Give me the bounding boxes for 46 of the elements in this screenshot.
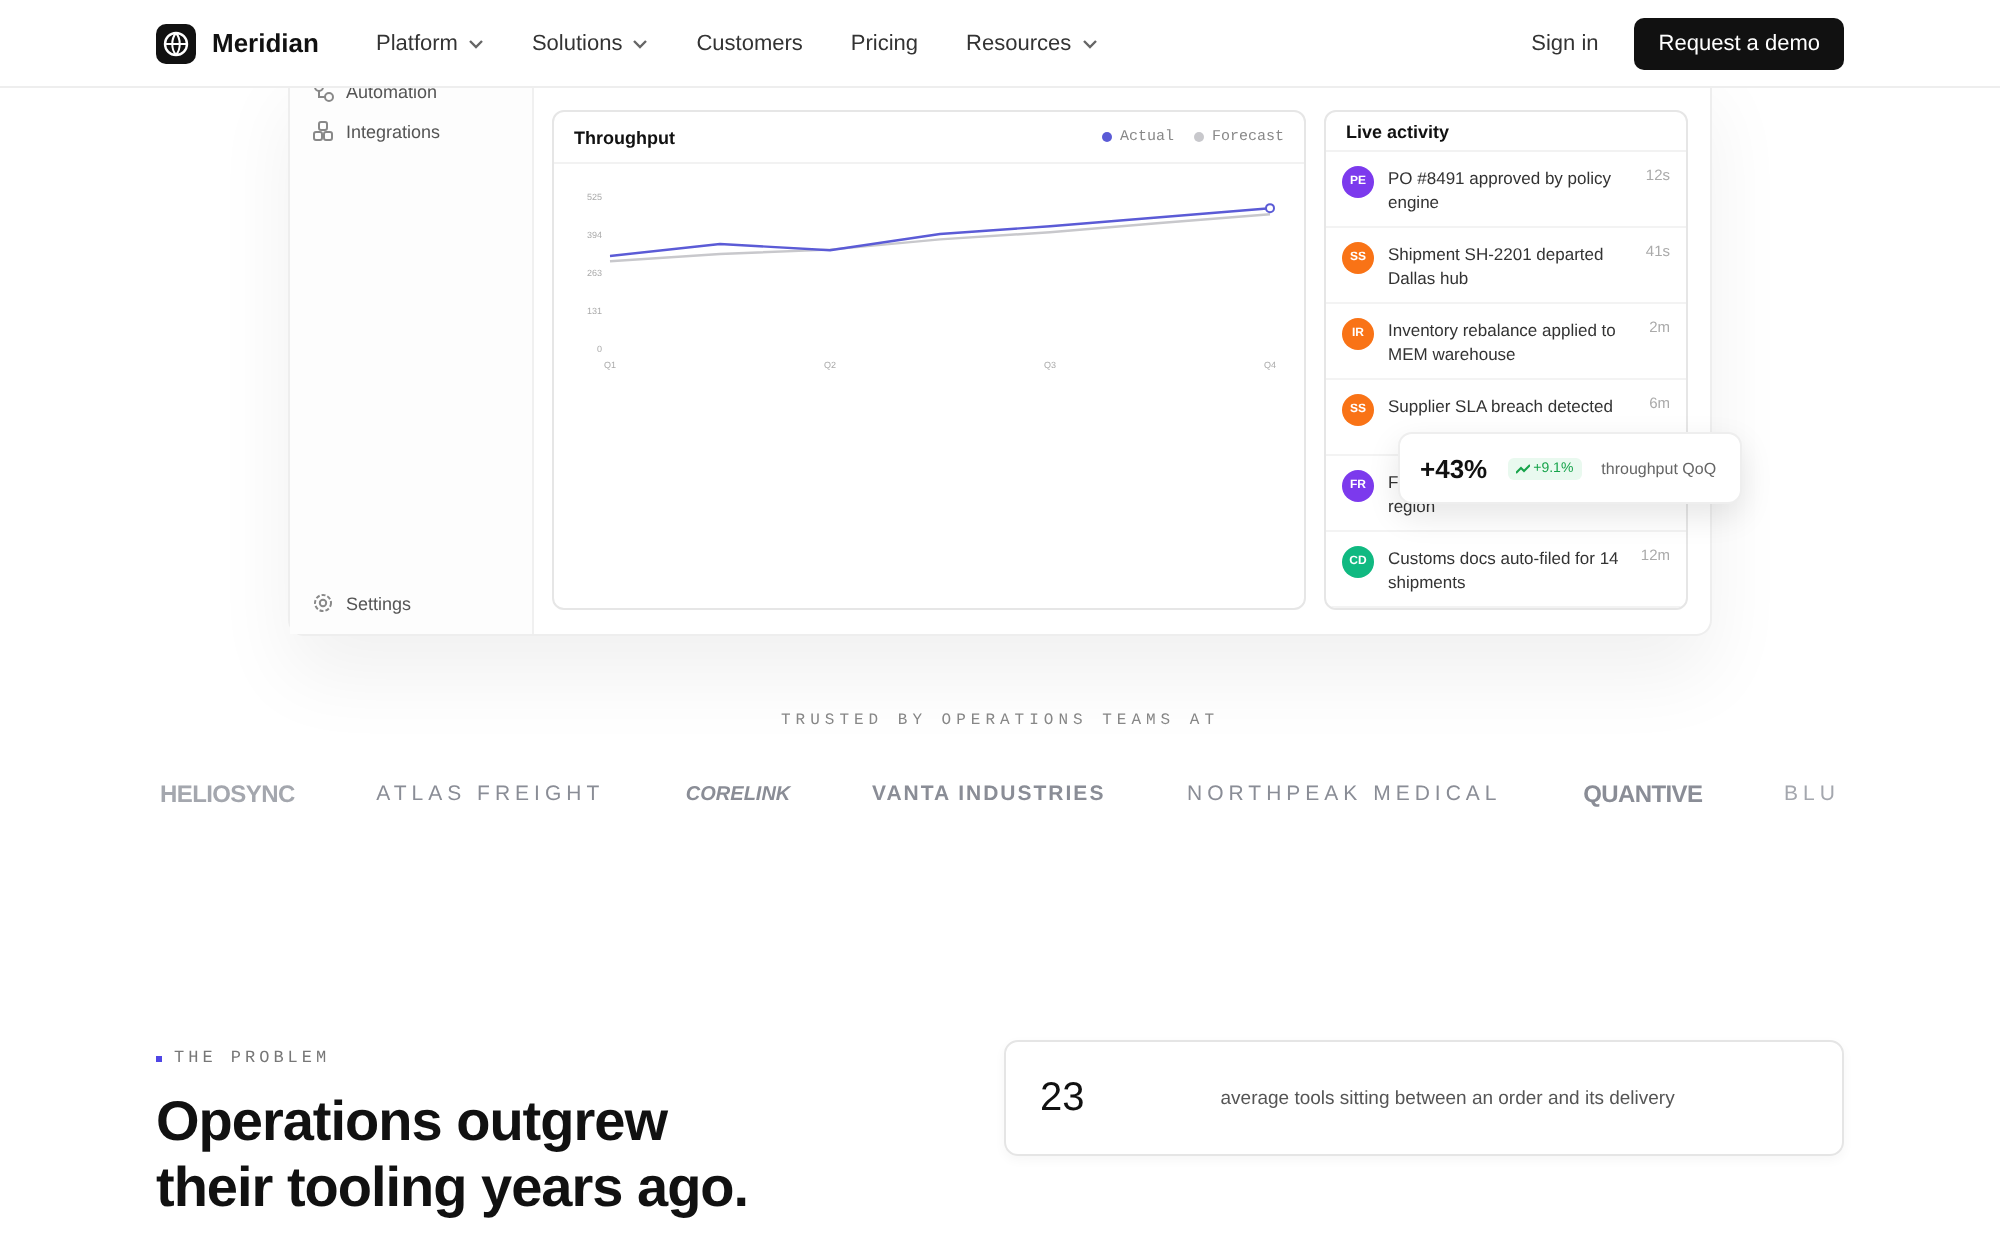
activity-text: Shipment SH-2201 departed <box>1388 242 1604 266</box>
customer-logo: QUANTIVE <box>1583 780 1703 808</box>
customer-logo: CORELINK <box>685 783 791 805</box>
brand-name[interactable]: Meridian <box>212 28 319 58</box>
customer-logo: ATLAS FREIGHT <box>376 782 605 806</box>
section-heading: Operations outgrew their tooling years ago. <box>156 1088 751 1220</box>
request-demo-button[interactable]: Request a demo <box>1634 17 1844 69</box>
integrations-icon <box>312 120 334 142</box>
panel-title: Live activity <box>1346 121 1450 141</box>
nav-link[interactable]: Solutions <box>531 31 649 55</box>
section-eyebrow: TRUSTED BY OPERATIONS TEAMS AT <box>778 712 1222 730</box>
stat-value: 23 <box>1040 1075 1085 1121</box>
activity-text: Supplier SLA breach detected <box>1388 394 1613 418</box>
activity-text: Dallas hub <box>1388 266 1469 290</box>
nav-link[interactable]: Customers <box>696 31 803 55</box>
end-point-marker <box>1265 203 1275 214</box>
stat-value: +43% <box>1420 453 1488 483</box>
activity-text: F <box>1388 470 1399 494</box>
activity-text: Customs docs auto-filed for 14 <box>1388 546 1619 570</box>
section-eyebrow: THE PROBLEM <box>174 1048 331 1068</box>
trend-up-icon <box>1515 463 1530 473</box>
sign-in-link[interactable]: Sign in <box>1531 31 1599 55</box>
sidebar-item[interactable]: Automation <box>346 81 438 101</box>
activity-text: MEM warehouse <box>1388 342 1516 366</box>
activity-text: shipments <box>1388 570 1466 594</box>
settings-icon <box>312 592 334 614</box>
bullet-icon <box>156 1055 162 1061</box>
customer-logo: HELIOSYNC <box>160 780 295 808</box>
activity-text: engine <box>1388 190 1440 214</box>
nav-link[interactable]: Resources <box>966 31 1098 55</box>
stat-label: throughput QoQ <box>1601 459 1717 477</box>
activity-text: PO #8491 approved by policy <box>1388 166 1612 190</box>
nav-link[interactable]: Platform <box>376 31 484 55</box>
caret-icon <box>467 35 484 51</box>
customer-logo: BLU <box>1784 782 1840 806</box>
globe-logo-icon <box>156 23 196 63</box>
activity-text: Inventory rebalance applied to <box>1388 318 1616 342</box>
sidebar-item[interactable]: Integrations <box>346 121 441 141</box>
nav-link[interactable]: Pricing <box>850 31 919 55</box>
sidebar-item[interactable]: Settings <box>346 593 412 613</box>
caret-icon <box>632 35 649 51</box>
customer-logo: VANTA INDUSTRIES <box>871 782 1106 806</box>
chart-title: Throughput <box>574 127 675 147</box>
stat-label: average tools sitting between an order and its delivery <box>1220 1087 1675 1109</box>
customer-logo: NORTHPEAK MEDICAL <box>1187 782 1502 806</box>
caret-icon <box>1081 35 1098 51</box>
